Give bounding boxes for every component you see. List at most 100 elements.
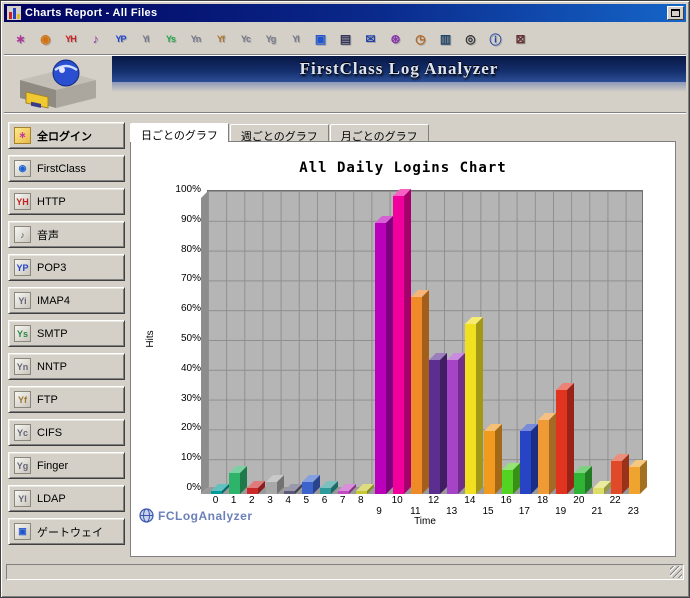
summary-report-icon[interactable]: ▤ — [334, 28, 357, 51]
bar-hour-1 — [229, 473, 240, 494]
sidebar-item-finger[interactable]: YgFinger — [8, 452, 125, 479]
tab-weekly[interactable]: 週ごとのグラフ — [230, 124, 329, 142]
bar-hour-11 — [411, 297, 422, 494]
bar-hour-14 — [465, 324, 476, 494]
tab-daily[interactable]: 日ごとのグラフ — [130, 123, 229, 142]
finger-report-icon[interactable]: Yg — [259, 28, 282, 51]
x-tick-label: 8 — [350, 495, 372, 506]
nntp-report-icon[interactable]: Yn — [184, 28, 207, 51]
firstclass-icon[interactable]: ◉ — [34, 28, 57, 51]
ldap-report-glyph: Yl — [292, 34, 299, 44]
sidebar-item-ldap[interactable]: YlLDAP — [8, 485, 125, 512]
all-logins-icon: ∗ — [14, 127, 31, 144]
sidebar-item-gateway[interactable]: ▣ゲートウェイ — [8, 518, 125, 545]
cifs-report-icon[interactable]: Yc — [234, 28, 257, 51]
sidebar-item-label: FirstClass — [37, 163, 86, 175]
ftp-report-glyph: Yf — [217, 34, 224, 44]
sidebar-item-label: 全ログイン — [37, 128, 92, 144]
bar-hour-5 — [302, 482, 313, 494]
tab-monthly[interactable]: 月ごとのグラフ — [330, 124, 429, 142]
mail-icon[interactable]: ✉ — [359, 28, 382, 51]
gateway-report-glyph: ▣ — [315, 32, 326, 46]
y-tick-label: 10% — [181, 452, 201, 463]
statistics-icon[interactable]: ▥ — [434, 28, 457, 51]
banner-fade — [112, 82, 686, 92]
title-bar[interactable]: Charts Report - All Files — [4, 4, 686, 22]
mail-glyph: ✉ — [365, 32, 375, 46]
sidebar-item-pop3[interactable]: YP POP3 — [8, 254, 125, 281]
sidebar-item-label: IMAP4 — [37, 295, 70, 307]
http-icon: YH — [14, 193, 31, 210]
finger-icon: Yg — [14, 457, 31, 474]
smtp-report-glyph: Ys — [166, 34, 175, 44]
x-tick-label: 14 — [459, 495, 481, 506]
maximize-button[interactable] — [667, 6, 684, 20]
sidebar-item-cifs[interactable]: YcCIFS — [8, 419, 125, 446]
bar-hour-15 — [484, 431, 495, 494]
bar-side-face — [458, 353, 465, 494]
smtp-report-icon[interactable]: Ys — [159, 28, 182, 51]
zoom-icon[interactable]: ◎ — [459, 28, 482, 51]
toolbar: ∗◉YH♪YPYi Ys Yn Yf Yc Yg Yl ▣ ▤ ✉ ⊛ ◷▥◎ⓘ ⊠ — [4, 24, 686, 54]
status-bar — [6, 564, 684, 580]
settings-glyph: ⊛ — [390, 32, 400, 46]
smtp-icon: Ys — [14, 325, 31, 342]
ldap-report-icon[interactable]: Yl — [284, 28, 307, 51]
bar-hour-9 — [375, 223, 386, 494]
pop3-icon: YP — [14, 259, 31, 276]
sidebar-item-label: HTTP — [37, 196, 66, 208]
sidebar-item-all-logins[interactable]: ∗ 全ログイン — [8, 122, 125, 149]
finger-report-glyph: Yg — [266, 34, 276, 44]
voice-report-icon[interactable]: ♪ — [84, 28, 107, 51]
bar-side-face — [440, 353, 447, 494]
bar-hour-23 — [629, 467, 640, 494]
bar-hour-18 — [538, 420, 549, 495]
y-tick-label: 60% — [181, 303, 201, 314]
bar-hour-12 — [429, 360, 440, 494]
y-tick-label: 40% — [181, 363, 201, 374]
y-axis-labels: 0%10%20%30%40%50%60%70%80%90%100% — [159, 190, 203, 488]
window-title: Charts Report - All Files — [25, 7, 667, 19]
y-tick-label: 30% — [181, 393, 201, 404]
firstclass-icon: ◉ — [14, 160, 31, 177]
sidebar-item-label: LDAP — [37, 493, 66, 505]
ftp-report-icon[interactable]: Yf — [209, 28, 232, 51]
x-tick-label: 18 — [532, 495, 554, 506]
exit-icon[interactable]: ⊠ — [509, 28, 532, 51]
all-logins-icon[interactable]: ∗ — [9, 28, 32, 51]
bar-hour-3 — [266, 482, 277, 494]
sidebar-item-label: POP3 — [37, 262, 66, 274]
exit-glyph: ⊠ — [515, 32, 525, 46]
http-report-icon[interactable]: YH — [59, 28, 82, 51]
bar-side-face — [622, 454, 629, 494]
bar-hour-22 — [611, 461, 622, 494]
sidebar: ∗ 全ログイン ◉ FirstClass YH HTTP ♪音声 YP POP3 YiIMAP4 Y… — [8, 122, 125, 551]
imap4-report-icon[interactable]: Yi — [134, 28, 157, 51]
sidebar-item-voice[interactable]: ♪音声 — [8, 221, 125, 248]
sidebar-item-smtp[interactable]: YsSMTP — [8, 320, 125, 347]
sidebar-item-label: ゲートウェイ — [37, 524, 103, 540]
y-tick-label: 80% — [181, 244, 201, 255]
bar-side-face — [476, 317, 483, 494]
schedule-icon[interactable]: ◷ — [409, 28, 432, 51]
sidebar-item-nntp[interactable]: YnNNTP — [8, 353, 125, 380]
bar-hour-17 — [520, 431, 531, 494]
firstclass-logo-icon — [4, 56, 108, 112]
sidebar-item-http[interactable]: YH HTTP — [8, 188, 125, 215]
bar-hour-10 — [393, 196, 404, 494]
pop3-report-icon[interactable]: YP — [109, 28, 132, 51]
settings-icon[interactable]: ⊛ — [384, 28, 407, 51]
bar-side-face — [386, 216, 393, 494]
info-icon[interactable]: ⓘ — [484, 28, 507, 51]
gateway-report-icon[interactable]: ▣ — [309, 28, 332, 51]
logo-area — [4, 56, 112, 112]
y-tick-label: 50% — [181, 333, 201, 344]
resize-grip[interactable] — [670, 566, 682, 578]
bar-side-face — [567, 383, 574, 494]
sidebar-item-imap4[interactable]: YiIMAP4 — [8, 287, 125, 314]
sidebar-item-ftp[interactable]: YfFTP — [8, 386, 125, 413]
bar-side-face — [422, 290, 429, 494]
y-tick-label: 90% — [181, 214, 201, 225]
sidebar-item-firstclass[interactable]: ◉ FirstClass — [8, 155, 125, 182]
plot-left-wall — [201, 191, 208, 494]
